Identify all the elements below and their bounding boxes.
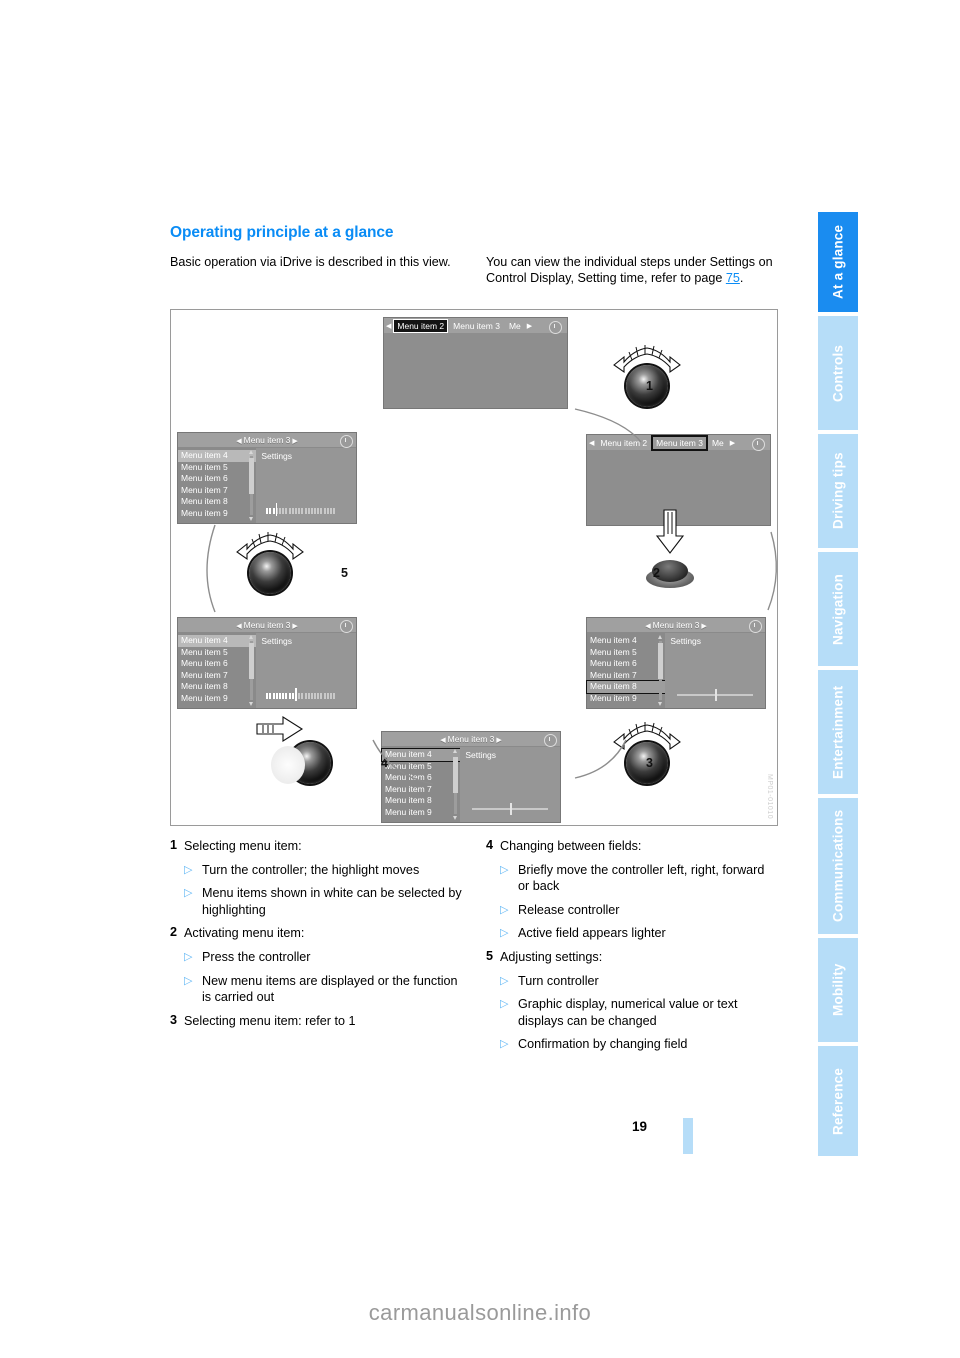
step-3: 3 Selecting menu item: refer to 1	[170, 1013, 462, 1030]
step-bullet-text: New menu items are displayed or the func…	[202, 973, 458, 1005]
step-bullet: ▷ Confirmation by changing field	[500, 1036, 778, 1053]
triangle-bullet-icon: ▷	[500, 927, 509, 940]
page-number-bar	[683, 1118, 693, 1154]
step-title: Adjusting settings:	[500, 949, 603, 964]
step-bullet: ▷ Press the controller	[184, 949, 462, 966]
triangle-bullet-icon: ▷	[500, 1038, 509, 1051]
page-title: Operating principle at a glance	[170, 224, 394, 241]
step-number: 1	[170, 838, 178, 852]
step-1: 1 Selecting menu item:	[170, 838, 462, 855]
step-number: 2	[170, 925, 178, 940]
site-watermark: carmanualsonline.info	[368, 1300, 592, 1325]
triangle-bullet-icon: ▷	[500, 863, 509, 876]
tab-label: At a glance	[830, 224, 846, 300]
step-number: 5	[486, 948, 494, 963]
intro-columns: Basic operation via iDrive is described …	[170, 254, 778, 287]
step-bullet-text: Active field appears lighter	[518, 926, 666, 941]
section-tab-rail: At a glance Controls Driving tips Navigatio…	[818, 212, 858, 1160]
step-bullet-text: Press the controller	[202, 949, 311, 964]
tab-mobility[interactable]: Mobility	[818, 938, 858, 1042]
tab-label: Communications	[830, 809, 846, 923]
tab-label: Controls	[830, 344, 846, 402]
tab-controls[interactable]: Controls	[818, 316, 858, 430]
instruction-steps: 1 Selecting menu item: ▷ Turn the controlle…	[170, 838, 778, 1060]
step-bullet: ▷ New menu items are displayed or the fun…	[184, 973, 462, 1006]
tab-label: Mobility	[830, 963, 846, 1017]
triangle-bullet-icon: ▷	[500, 998, 509, 1011]
step-number: 4	[486, 838, 494, 852]
step-title: Activating menu item:	[184, 926, 305, 941]
step-bullet-text: Menu items shown in white can be selecte…	[202, 886, 462, 917]
step-title: Selecting menu item:	[184, 839, 302, 853]
step-5: 5 Adjusting settings:	[486, 949, 778, 966]
step-4: 4 Changing between fields:	[486, 838, 778, 855]
steps-left-column: 1 Selecting menu item: ▷ Turn the controlle…	[170, 838, 462, 1060]
idrive-operating-principle-diagram: MP01-01010 ◀ Menu item 2 Menu item 3 Me ▶ ◀ Me…	[170, 309, 778, 826]
step-bullet: ▷ Turn the controller; the highlight move…	[184, 862, 462, 879]
intro-right-tail: .	[739, 271, 744, 286]
intro-right-text: You can view the individual steps under …	[486, 254, 778, 287]
triangle-bullet-icon: ▷	[184, 887, 193, 900]
step-bullet: ▷ Turn controller	[500, 973, 778, 990]
triangle-bullet-icon: ▷	[184, 974, 193, 987]
triangle-bullet-icon: ▷	[500, 974, 509, 987]
triangle-bullet-icon: ▷	[184, 950, 193, 963]
intro-left-column: Basic operation via iDrive is described …	[170, 254, 462, 287]
intro-left-text: Basic operation via iDrive is described …	[170, 255, 451, 269]
tab-driving-tips[interactable]: Driving tips	[818, 434, 858, 548]
triangle-bullet-icon: ▷	[500, 903, 509, 916]
tab-entertainment[interactable]: Entertainment	[818, 670, 858, 794]
steps-right-column: 4 Changing between fields: ▷ Briefly move t…	[486, 838, 778, 1060]
tab-communications[interactable]: Communications	[818, 798, 858, 934]
step-bullet-text: Turn the controller; the highlight moves	[202, 862, 420, 877]
triangle-bullet-icon: ▷	[184, 863, 193, 876]
page-content: Operating principle at a glance Basic op…	[170, 224, 778, 287]
step-bullet: ▷ Active field appears lighter	[500, 925, 778, 942]
tab-at-a-glance[interactable]: At a glance	[818, 212, 858, 312]
tab-reference[interactable]: Reference	[818, 1046, 858, 1156]
step-bullet-text: Briefly move the controller left, right,…	[518, 862, 765, 894]
intro-right-column: You can view the individual steps under …	[486, 254, 778, 287]
step-bullet: ▷ Briefly move the controller left, right…	[500, 862, 778, 895]
tab-label: Navigation	[830, 573, 846, 645]
step-bullet-text: Graphic display, numerical value or text…	[518, 997, 738, 1028]
step-bullet-text: Release controller	[518, 902, 620, 917]
step-2: 2 Activating menu item:	[170, 925, 462, 942]
step-title: Selecting menu item: refer to 1	[184, 1013, 356, 1028]
tab-label: Driving tips	[830, 452, 846, 530]
tab-navigation[interactable]: Navigation	[818, 552, 858, 666]
step-bullet-text: Turn controller	[518, 973, 599, 988]
step-bullet: ▷ Release controller	[500, 902, 778, 919]
tab-label: Reference	[830, 1067, 846, 1135]
step-bullet: ▷ Graphic display, numerical value or tex…	[500, 996, 778, 1029]
step-bullet-text: Confirmation by changing field	[518, 1037, 688, 1052]
step-number: 3	[170, 1012, 178, 1027]
page-number: 19	[631, 1119, 647, 1134]
page-reference-link[interactable]: 75	[726, 271, 740, 285]
step-bullet: ▷ Menu items shown in white can be select…	[184, 885, 462, 918]
step-title: Changing between fields:	[500, 839, 642, 853]
tab-label: Entertainment	[830, 685, 846, 779]
